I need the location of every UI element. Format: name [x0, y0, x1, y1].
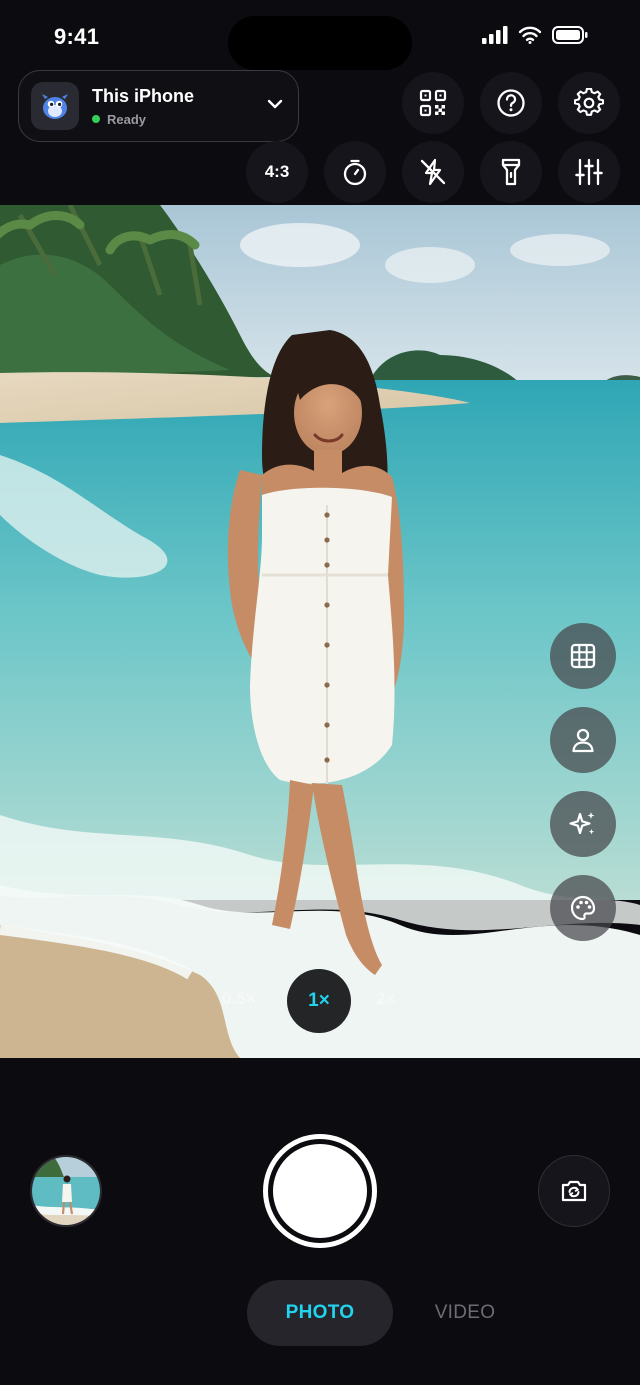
camera-screen: 9:41 This iPhone Ready 4:3 0.5× 2× 1× PH… — [0, 0, 640, 1385]
mode-video-tab[interactable]: VIDEO — [420, 1280, 510, 1346]
battery-icon — [552, 26, 588, 44]
help-icon — [497, 89, 525, 117]
device-name: This iPhone — [92, 85, 195, 106]
device-status-label: Ready — [107, 111, 147, 127]
settings-button[interactable] — [558, 72, 620, 134]
device-selector[interactable]: This iPhone Ready — [18, 70, 299, 142]
qr-code-icon — [419, 89, 447, 117]
palette-icon — [570, 895, 596, 921]
device-status: Ready — [92, 112, 194, 127]
filters-button[interactable] — [550, 875, 616, 941]
grid-button[interactable] — [550, 623, 616, 689]
flashlight-icon — [501, 158, 521, 186]
status-time: 9:41 — [54, 24, 100, 49]
chevron-down-icon — [267, 99, 283, 109]
help-button[interactable] — [480, 72, 542, 134]
person-icon — [572, 728, 594, 753]
flip-camera-button[interactable] — [538, 1155, 610, 1227]
timer-button[interactable] — [324, 141, 386, 203]
last-photo-thumbnail[interactable] — [30, 1155, 102, 1227]
status-dot — [92, 115, 100, 123]
shutter-inner — [273, 1144, 367, 1238]
settings-icon — [574, 88, 604, 116]
zoom-option-2x[interactable]: 2× — [376, 989, 395, 1009]
mode-photo-tab[interactable]: PHOTO — [247, 1280, 393, 1346]
flash-off-icon — [420, 158, 446, 186]
zoom-option-1x[interactable]: 1× — [287, 969, 351, 1033]
camera-flip-icon — [561, 1180, 587, 1202]
adjustments-icon — [575, 158, 603, 186]
adjustments-button[interactable] — [558, 141, 620, 203]
camera-viewfinder[interactable]: 0.5× 2× — [0, 205, 640, 1058]
qr-code-button[interactable] — [402, 72, 464, 134]
zoom-option-0-5x[interactable]: 0.5× — [222, 989, 256, 1009]
timer-icon — [343, 159, 367, 186]
dynamic-island — [228, 16, 412, 70]
portrait-button[interactable] — [550, 707, 616, 773]
flash-off-button[interactable] — [402, 141, 464, 203]
grid-icon — [570, 643, 596, 669]
flashlight-button[interactable] — [480, 141, 542, 203]
beach-scene-image — [0, 205, 640, 1058]
sparkle-icon — [569, 812, 595, 835]
status-icons — [482, 26, 588, 44]
mascot-avatar-icon — [31, 82, 79, 130]
cellular-signal-icon — [482, 26, 508, 44]
thumbnail-image — [32, 1157, 100, 1225]
aspect-ratio-label: 4:3 — [264, 162, 290, 181]
aspect-ratio-button[interactable]: 4:3 — [246, 141, 308, 203]
wifi-icon — [518, 26, 542, 44]
enhance-button[interactable] — [550, 791, 616, 857]
shutter-button[interactable] — [263, 1134, 377, 1248]
